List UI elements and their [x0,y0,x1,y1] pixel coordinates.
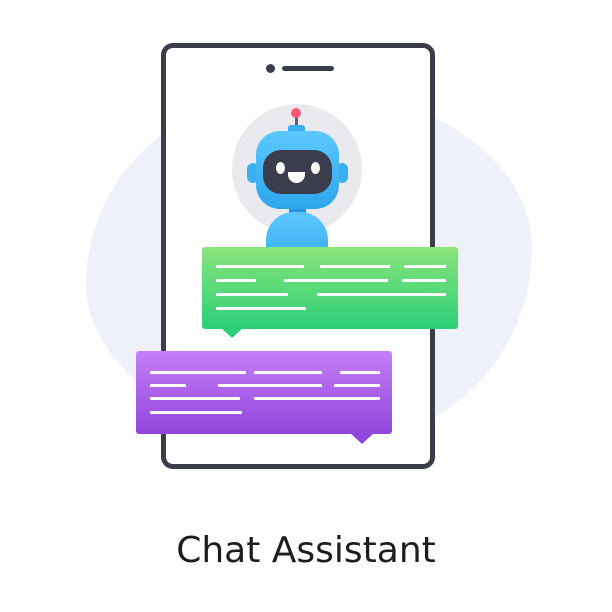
text-line-placeholder [150,411,242,414]
phone-camera [266,64,275,73]
text-line-placeholder [150,371,246,374]
robot-eye-left [276,162,285,174]
text-line-placeholder [150,384,186,387]
chat-bubble-icon [202,247,458,329]
text-line-placeholder [216,307,306,310]
chat-bubble-tail [350,433,374,444]
text-line-placeholder [402,279,446,282]
text-line-placeholder [216,293,288,296]
text-line-placeholder [334,384,380,387]
text-line-placeholder [216,279,256,282]
text-line-placeholder [254,397,380,400]
text-line-placeholder [216,265,304,268]
text-line-placeholder [317,293,446,296]
chat-bubble-tail [221,328,243,338]
phone-speaker [282,66,334,71]
robot-eye-right [311,162,320,174]
text-line-placeholder [340,371,380,374]
text-line-placeholder [320,265,390,268]
robot-antenna-tip [291,108,301,118]
caption-title: Chat Assistant [176,530,436,571]
text-line-placeholder [284,279,388,282]
chat-bubble-icon [136,351,392,434]
text-line-placeholder [404,265,446,268]
text-line-placeholder [254,371,322,374]
text-line-placeholder [218,384,322,387]
text-line-placeholder [150,397,240,400]
